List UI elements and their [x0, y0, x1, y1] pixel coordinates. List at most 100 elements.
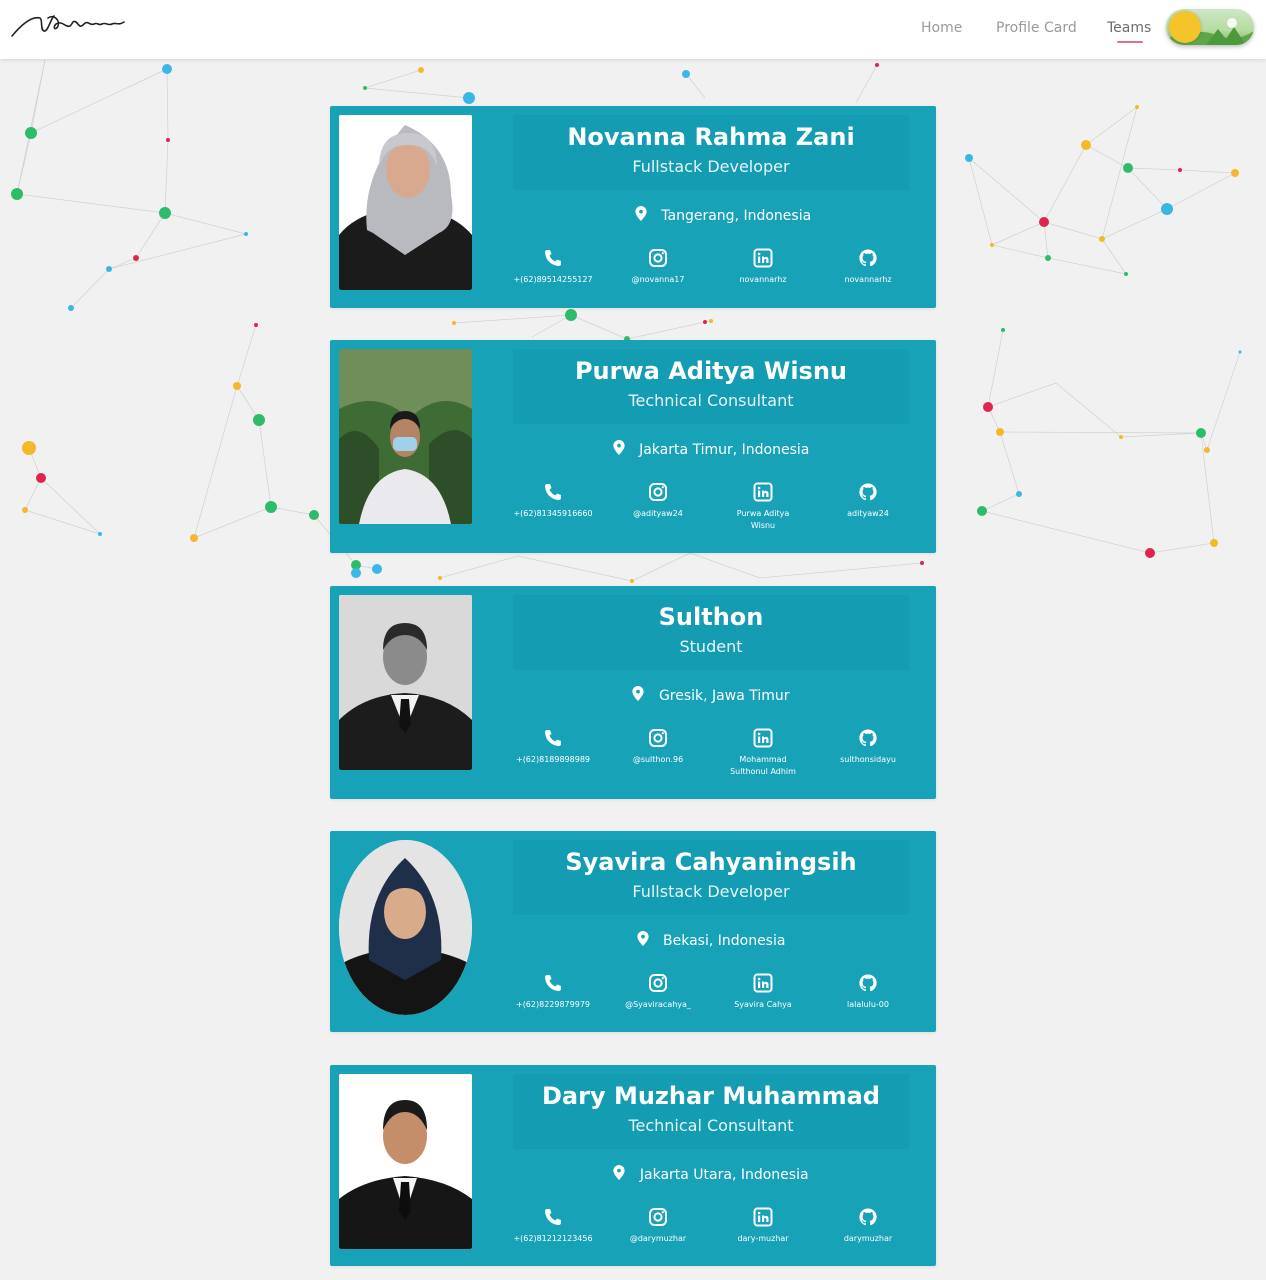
location-text: Tangerang, Indonesia: [661, 208, 812, 224]
instagram-contact[interactable]: @adityaw24: [608, 482, 708, 520]
phone-icon: [545, 1209, 561, 1225]
member-role: Student: [679, 637, 743, 656]
map-pin-icon: [612, 440, 625, 455]
instagram-handle: @sulthon.96: [632, 755, 684, 764]
instagram-contact[interactable]: @novanna17: [608, 248, 708, 286]
phone-contact[interactable]: +(62)81345916660: [503, 482, 603, 520]
phone-icon: [545, 250, 561, 266]
github-contact[interactable]: darymuzhar: [818, 1207, 918, 1245]
phone-icon: [545, 975, 561, 991]
linkedin-username: Purwa Aditya Wisnu: [736, 509, 790, 530]
linkedin-icon: [753, 728, 773, 748]
linkedin-contact[interactable]: novannarhz: [713, 248, 813, 286]
member-name: Novanna Rahma Zani: [567, 123, 855, 151]
github-username: lalalulu-00: [847, 1000, 889, 1009]
team-card: Sulthon Student Gresik, Jawa Timur +(62)…: [330, 586, 936, 799]
member-photo: [339, 349, 472, 524]
linkedin-contact[interactable]: dary-muzhar: [713, 1207, 813, 1245]
instagram-icon: [649, 483, 667, 501]
linkedin-contact[interactable]: Purwa Aditya Wisnu: [713, 482, 813, 532]
theme-toggle[interactable]: [1166, 9, 1254, 45]
phone-number: +(62)8189898989: [515, 755, 591, 764]
github-username: darymuzhar: [843, 1234, 893, 1243]
team-card: Purwa Aditya Wisnu Technical Consultant …: [330, 340, 936, 553]
member-photo: [339, 115, 472, 290]
github-contact[interactable]: lalalulu-00: [818, 973, 918, 1011]
github-contact[interactable]: novannarhz: [818, 248, 918, 286]
github-username: novannarhz: [844, 275, 892, 284]
phone-contact[interactable]: +(62)89514255127: [503, 248, 603, 286]
linkedin-username: dary-muzhar: [737, 1234, 789, 1243]
member-name: Purwa Aditya Wisnu: [574, 357, 848, 385]
github-icon: [859, 483, 877, 501]
instagram-icon: [649, 729, 667, 747]
linkedin-icon: [753, 1207, 773, 1227]
instagram-contact[interactable]: @Syaviracahya_: [608, 973, 708, 1011]
nav-profile-card-link[interactable]: Profile Card: [996, 20, 1077, 36]
linkedin-contact[interactable]: Mohammad Sulthonul Adhim: [713, 728, 813, 778]
team-card: Dary Muzhar Muhammad Technical Consultan…: [330, 1065, 936, 1266]
member-role: Technical Consultant: [628, 391, 794, 410]
phone-contact[interactable]: +(62)81212123456: [503, 1207, 603, 1245]
card-header: Purwa Aditya Wisnu Technical Consultant: [513, 349, 909, 424]
sun-icon: [1169, 11, 1201, 43]
map-pin-icon: [613, 1165, 626, 1180]
github-username: adityaw24: [847, 509, 889, 518]
nav-teams-link[interactable]: Teams: [1107, 20, 1151, 36]
phone-icon: [545, 730, 561, 746]
location-text: Gresik, Jawa Timur: [658, 688, 790, 704]
instagram-handle: @Syaviracahya_: [625, 1000, 691, 1009]
map-pin-icon: [636, 931, 649, 946]
instagram-contact[interactable]: @darymuzhar: [608, 1207, 708, 1245]
member-photo: [339, 840, 472, 1015]
phone-contact[interactable]: +(62)8229879979: [503, 973, 603, 1011]
map-pin-icon: [632, 686, 645, 701]
map-pin-icon: [635, 206, 647, 221]
member-location: Gresik, Jawa Timur: [513, 686, 909, 704]
linkedin-icon: [753, 973, 773, 993]
card-header: Syavira Cahyaningsih Fullstack Developer: [513, 840, 909, 915]
phone-number: +(62)81212123456: [513, 1234, 593, 1243]
instagram-handle: @adityaw24: [633, 509, 683, 518]
location-text: Jakarta Utara, Indonesia: [639, 1167, 809, 1183]
linkedin-icon: [753, 482, 773, 502]
github-username: sulthonsidayu: [840, 755, 896, 764]
member-role: Technical Consultant: [628, 1116, 794, 1135]
instagram-contact[interactable]: @sulthon.96: [608, 728, 708, 766]
location-text: Bekasi, Indonesia: [663, 933, 786, 949]
linkedin-icon: [753, 248, 773, 268]
member-role: Fullstack Developer: [632, 882, 790, 901]
card-header: Novanna Rahma Zani Fullstack Developer: [513, 115, 909, 190]
github-icon: [859, 729, 877, 747]
github-contact[interactable]: adityaw24: [818, 482, 918, 520]
member-photo: [339, 1074, 472, 1249]
top-navbar: Home Profile Card Teams: [0, 0, 1266, 59]
brand-logo[interactable]: [10, 6, 126, 40]
phone-icon: [545, 484, 561, 500]
card-header: Dary Muzhar Muhammad Technical Consultan…: [513, 1074, 909, 1149]
instagram-handle: @novanna17: [631, 275, 685, 284]
member-photo: [339, 595, 472, 770]
member-location: Jakarta Utara, Indonesia: [513, 1165, 909, 1183]
phone-number: +(62)8229879979: [515, 1000, 591, 1009]
card-header: Sulthon Student: [513, 595, 909, 670]
member-name: Sulthon: [658, 603, 764, 631]
phone-number: +(62)89514255127: [513, 275, 593, 284]
linkedin-contact[interactable]: Syavira Cahya: [713, 973, 813, 1011]
instagram-handle: @darymuzhar: [629, 1234, 687, 1243]
member-location: Bekasi, Indonesia: [513, 931, 909, 949]
instagram-icon: [649, 974, 667, 992]
linkedin-username: novannarhz: [739, 275, 787, 284]
member-role: Fullstack Developer: [632, 157, 790, 176]
location-text: Jakarta Timur, Indonesia: [639, 442, 810, 458]
member-name: Dary Muzhar Muhammad: [541, 1082, 880, 1110]
active-nav-indicator: [1117, 41, 1143, 43]
linkedin-username: Mohammad Sulthonul Adhim: [730, 755, 796, 776]
phone-contact[interactable]: +(62)8189898989: [503, 728, 603, 766]
instagram-icon: [649, 249, 667, 267]
github-icon: [859, 1208, 877, 1226]
member-location: Jakarta Timur, Indonesia: [513, 440, 909, 458]
github-contact[interactable]: sulthonsidayu: [818, 728, 918, 766]
nav-home-link[interactable]: Home: [921, 20, 962, 36]
member-name: Syavira Cahyaningsih: [565, 848, 857, 876]
